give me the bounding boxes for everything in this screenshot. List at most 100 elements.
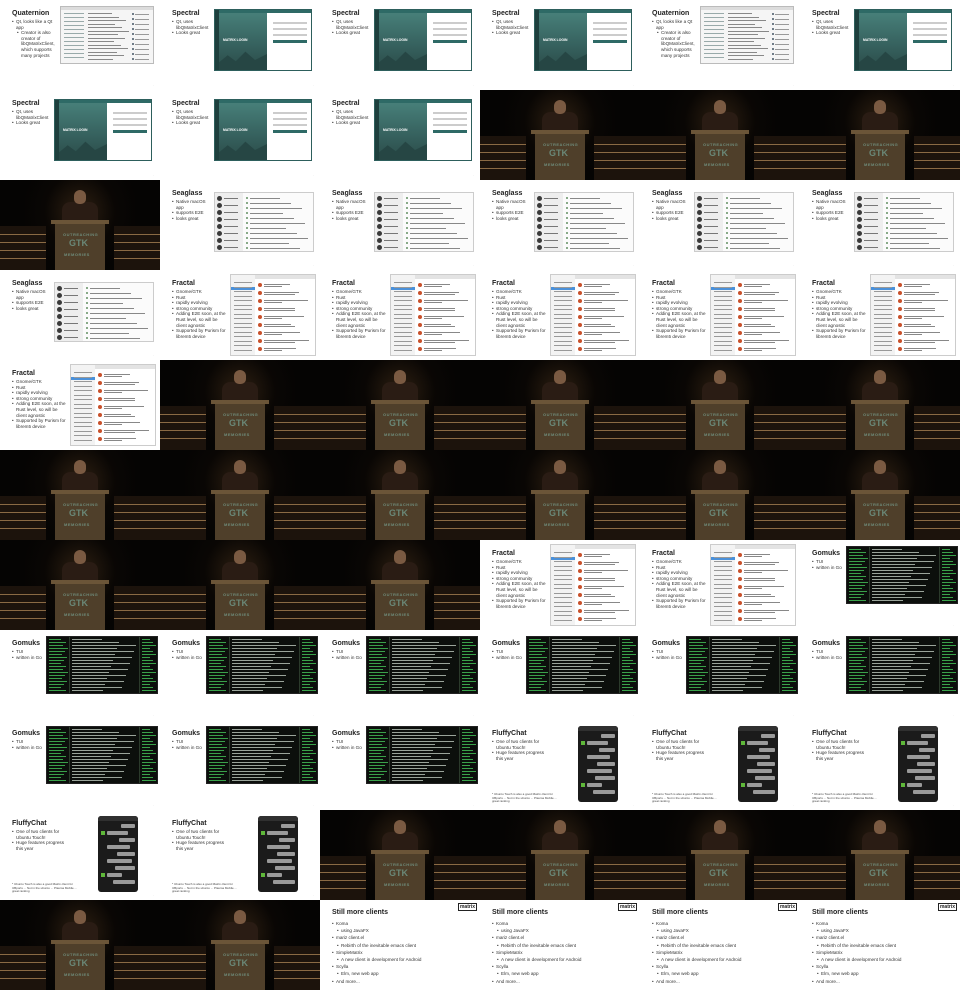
bench-slat <box>480 528 526 529</box>
message-avatar <box>738 291 742 295</box>
message-avatar <box>578 553 582 557</box>
message-line <box>88 58 113 60</box>
chat-line <box>72 687 122 688</box>
message-line <box>890 233 937 234</box>
chat-line <box>392 768 427 769</box>
chat-line <box>392 654 435 655</box>
bench-slat <box>800 520 846 521</box>
room-list-line <box>529 660 544 661</box>
message-line <box>728 51 757 53</box>
chat-line <box>872 573 930 574</box>
slide-thumbnail-spectral: SpectralQt, uses libQMatrixClientLooks g… <box>320 90 480 180</box>
bullet: written in Go <box>332 655 366 661</box>
chat-line <box>72 639 102 640</box>
podium: OUTREACHING GTK MEMORIES <box>531 490 589 540</box>
bench-slat <box>754 520 800 521</box>
room-avatar <box>217 196 222 201</box>
chat-bubble <box>279 838 295 842</box>
message-avatar <box>738 283 742 287</box>
message-avatar <box>258 283 262 287</box>
bench-slat <box>114 594 160 595</box>
fractal-screenshot <box>710 274 796 356</box>
message-line <box>410 223 465 224</box>
bench-slat <box>160 962 206 963</box>
room-avatar <box>217 245 222 250</box>
message-avatar <box>258 315 262 319</box>
user-avatar <box>772 58 774 60</box>
member-line <box>942 666 950 667</box>
bench-slat <box>914 168 960 169</box>
chat-line <box>72 672 109 673</box>
fluffychat-phone-screenshot <box>578 726 618 802</box>
room-entry <box>554 295 572 297</box>
message-line <box>744 334 762 335</box>
slide-title: Seaglass <box>332 190 363 197</box>
message-avatar <box>98 373 102 377</box>
member-line <box>462 732 473 733</box>
message-line <box>90 298 142 299</box>
gomuks-terminal-screenshot <box>206 636 318 694</box>
seaglass-screenshot <box>54 282 154 342</box>
pane-divider <box>619 637 620 693</box>
message-line <box>584 292 619 293</box>
chat-line <box>72 678 107 679</box>
slide-footnote: * Ubuntu Touch is also a good Matrix cli… <box>172 882 238 894</box>
bench-slat <box>914 512 960 513</box>
member-line <box>782 672 796 673</box>
message-line <box>264 286 282 287</box>
bench-slat <box>914 872 960 873</box>
bullet: Qt, uses libQMatrixClient <box>332 109 376 120</box>
bench-slat <box>640 430 686 431</box>
podium-text-bottom: MEMORIES <box>704 162 730 167</box>
room-entry <box>554 574 572 576</box>
message-line <box>904 300 948 301</box>
room-avatar <box>697 203 702 208</box>
podium-text-top: OUTREACHING <box>863 502 899 507</box>
room-entry <box>714 619 732 621</box>
spectral-screenshot: MATRIX LOGIN <box>54 99 152 161</box>
bench-slat <box>434 438 480 439</box>
podium: OUTREACHING GTK MEMORIES <box>371 400 429 450</box>
bullet-list: TUIwritten in Go <box>332 739 366 750</box>
room-name-line <box>864 240 878 241</box>
speaker-head <box>234 550 246 564</box>
room-list-line <box>49 741 65 742</box>
left-bench <box>0 496 46 540</box>
message-line <box>730 203 771 204</box>
user-list-entry <box>775 19 789 20</box>
right-bench <box>274 496 320 540</box>
chat-line <box>72 771 124 772</box>
message-line <box>250 243 289 244</box>
room-list-line <box>849 555 863 556</box>
room-list-line <box>849 576 866 577</box>
slide-footnote: * Ubuntu Touch is also a good Matrix cli… <box>492 792 558 804</box>
podium-text-top: OUTREACHING <box>223 952 259 957</box>
spectral-screenshot: MATRIX LOGIN <box>214 9 312 71</box>
user-avatar <box>132 33 134 35</box>
gomuks-terminal-screenshot <box>46 636 158 694</box>
bench-slat <box>0 528 46 529</box>
video-frame-speaker: OUTREACHING GTK MEMORIES <box>160 450 320 540</box>
room-entry <box>74 372 92 373</box>
chat-line <box>712 645 776 646</box>
video-frame-speaker: OUTREACHING GTK MEMORIES <box>480 360 640 450</box>
bench-slat <box>434 528 480 529</box>
room-entry <box>554 592 572 594</box>
message-line <box>744 350 762 351</box>
room-list-line <box>49 756 66 757</box>
member-line <box>942 669 953 670</box>
slide-thumbnail-fractal: FractalGnome/GTKRustrapidly evolvingstro… <box>0 360 160 450</box>
bench-slat <box>640 160 686 161</box>
room-list-line <box>49 771 67 772</box>
room-list-line <box>209 660 224 661</box>
bench-slat <box>114 970 160 971</box>
chat-line <box>392 648 437 649</box>
message-avatar <box>738 593 742 597</box>
sub-bullet: A new client in development for Android <box>812 956 952 963</box>
podium-top <box>531 130 589 134</box>
message-line <box>730 243 769 244</box>
message-line <box>584 350 602 351</box>
bench-slat <box>274 422 320 423</box>
slide-title: Gomuks <box>172 730 201 737</box>
podium-top <box>691 490 749 494</box>
